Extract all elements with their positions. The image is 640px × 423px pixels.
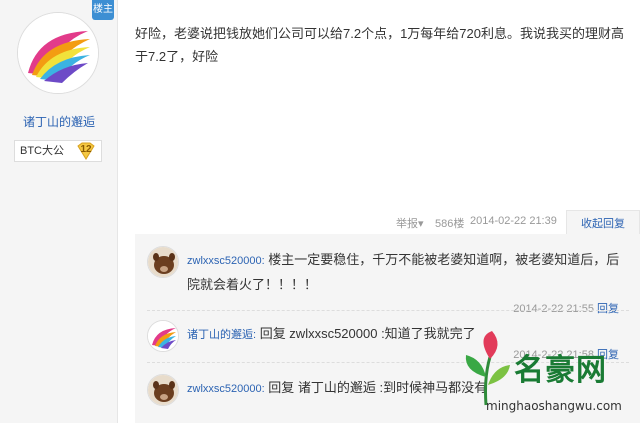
animal-avatar-icon bbox=[148, 375, 178, 405]
floor-owner-badge: 楼主 bbox=[92, 0, 114, 20]
author-name-link[interactable]: 诸丁山的邂逅 bbox=[0, 113, 118, 130]
reply-time: 2014-2-22 21:55 回复 bbox=[513, 303, 619, 315]
level-number-badge: 12 bbox=[76, 142, 96, 160]
report-link[interactable]: 举报▾ bbox=[396, 215, 424, 231]
watermark-url: minghaoshangwu.com bbox=[486, 399, 622, 413]
level-number: 12 bbox=[80, 144, 92, 155]
reply-body: 回复 诸丁山的邂逅 :到时候神马都没有 bbox=[268, 380, 488, 395]
reply-text: zwlxxsc520000: 楼主一定要稳住，千万不能被老婆知道啊，被老婆知道后… bbox=[187, 248, 627, 296]
level-label: BTC大公 bbox=[20, 145, 64, 157]
reply-avatar[interactable] bbox=[147, 246, 179, 278]
list-item: zwlxxsc520000: 楼主一定要稳住，千万不能被老婆知道啊，被老婆知道后… bbox=[147, 246, 627, 315]
site-watermark: 名豪网 minghaoshangwu.com bbox=[456, 327, 640, 423]
reply-username[interactable]: zwlxxsc520000: bbox=[187, 383, 265, 395]
rainbow-swirl-icon bbox=[18, 13, 98, 93]
post-meta-row: 举报▾ 586楼 2014-02-22 21:39 收起回复 bbox=[0, 210, 640, 236]
author-avatar[interactable] bbox=[17, 12, 99, 94]
post-content: 好险，老婆说把钱放她们公司可以给7.2个点，1万每年给720利息。我说我买的理财… bbox=[135, 26, 624, 64]
member-level-badge: BTC大公 12 bbox=[14, 140, 102, 162]
reply-avatar[interactable] bbox=[147, 374, 179, 406]
leaf-logo-icon bbox=[465, 331, 510, 406]
reply-avatar[interactable] bbox=[147, 320, 179, 352]
watermark-brand: 名豪网 bbox=[514, 353, 607, 388]
divider bbox=[147, 310, 629, 311]
reply-username[interactable]: zwlxxsc520000: bbox=[187, 255, 265, 267]
collapse-replies-button[interactable]: 收起回复 bbox=[566, 210, 640, 236]
reply-link[interactable]: 回复 bbox=[597, 303, 619, 315]
reply-body: 回复 zwlxxsc520000 :知道了我就完了 bbox=[259, 326, 476, 341]
post-time: 2014-02-22 21:39 bbox=[470, 215, 557, 227]
rainbow-swirl-icon bbox=[148, 321, 178, 351]
reply-username[interactable]: 诸丁山的邂逅: bbox=[187, 329, 256, 341]
animal-avatar-icon bbox=[148, 247, 178, 277]
floor-number: 586楼 bbox=[435, 218, 465, 230]
